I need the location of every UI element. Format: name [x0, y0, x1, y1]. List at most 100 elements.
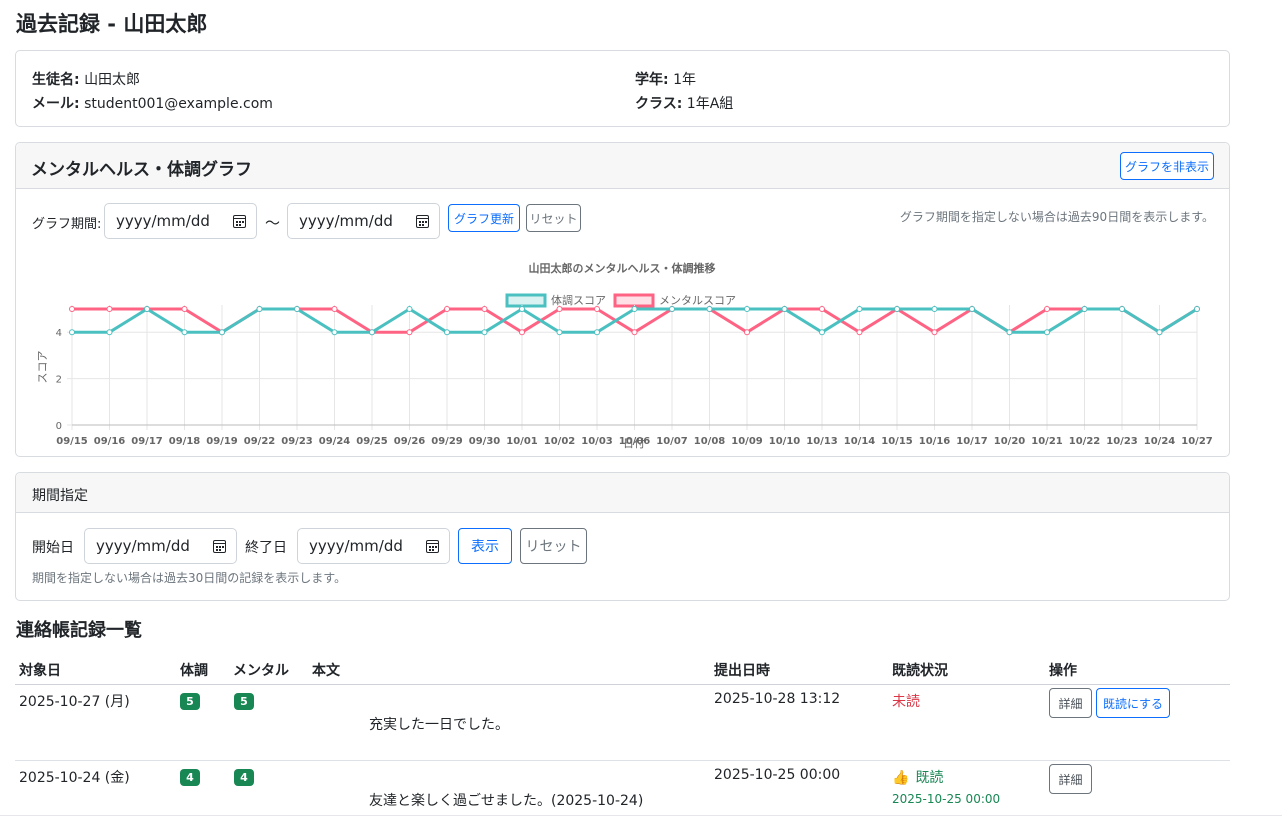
period-note: 期間を指定しない場合は過去30日間の記録を表示します。: [32, 571, 347, 585]
x-tick-label: 10/14: [844, 436, 876, 447]
x-tick-label: 10/10: [769, 436, 801, 447]
student-email: メール: student001@example.com: [32, 93, 273, 113]
data-point: [556, 306, 563, 312]
col-header-read: 既読状況: [892, 663, 948, 679]
x-tick-label: 09/29: [431, 436, 463, 447]
mark-read-button[interactable]: 既読にする: [1096, 688, 1170, 718]
y-axis-title: スコア: [36, 351, 49, 384]
data-point: [594, 306, 600, 312]
data-point: [256, 306, 263, 312]
col-header-submitted: 提出日時: [714, 663, 770, 679]
student-class-value: 1年A組: [686, 96, 734, 112]
x-tick-label: 09/15: [56, 436, 88, 447]
graph-start-date-placeholder: yyyy/mm/dd: [116, 212, 210, 230]
row-submitted: 2025-10-25 00:00: [714, 767, 841, 783]
x-tick-label: 10/16: [919, 436, 951, 447]
data-point: [894, 306, 900, 312]
x-tick-label: 10/08: [694, 436, 726, 447]
x-tick-label: 10/23: [1106, 436, 1138, 447]
x-tick-label: 09/16: [94, 436, 126, 447]
data-point: [444, 306, 450, 312]
data-point: [1044, 329, 1050, 336]
calendar-icon[interactable]: [213, 539, 226, 553]
read-status-unread: 未読: [892, 694, 920, 710]
page-title: 過去記録 - 山田太郎: [16, 12, 208, 36]
period-reset-button[interactable]: リセット: [520, 528, 587, 564]
row-date: 2025-10-24 (金): [19, 770, 130, 786]
detail-button[interactable]: 詳細: [1049, 688, 1092, 718]
x-tick-label: 10/27: [1181, 436, 1213, 447]
graph-period-label: グラフ期間:: [32, 217, 102, 232]
body-score-badge: 5: [180, 693, 200, 710]
read-status-label: 既読: [915, 770, 944, 786]
calendar-icon[interactable]: [416, 214, 429, 228]
legend-swatch: [505, 293, 547, 308]
data-point: [931, 329, 938, 336]
student-grade-value: 1年: [673, 72, 696, 88]
bottom-divider: [0, 815, 1282, 816]
x-tick-label: 09/23: [281, 436, 313, 447]
start-date-label: 開始日: [32, 540, 74, 556]
end-date-label: 終了日: [245, 540, 287, 556]
x-tick-label: 09/24: [319, 436, 351, 447]
data-point: [181, 306, 188, 312]
show-button[interactable]: 表示: [458, 528, 512, 564]
data-point: [444, 329, 450, 336]
data-point: [219, 329, 225, 336]
hide-graph-button[interactable]: グラフを非表示: [1120, 152, 1214, 180]
calendar-icon[interactable]: [233, 214, 246, 228]
data-point: [706, 306, 713, 312]
graph-start-date-input[interactable]: yyyy/mm/dd: [104, 203, 257, 239]
data-point: [856, 329, 863, 336]
col-header-ops: 操作: [1049, 663, 1077, 679]
data-point: [294, 306, 300, 312]
graph-end-date-placeholder: yyyy/mm/dd: [299, 212, 393, 230]
x-tick-label: 10/07: [656, 436, 688, 447]
col-header-text: 本文: [312, 663, 340, 679]
chart-title: 山田太郎のメンタルヘルス・体調推移: [529, 261, 716, 275]
x-tick-label: 09/26: [394, 436, 426, 447]
student-name-label: 生徒名:: [32, 72, 80, 88]
calendar-icon[interactable]: [426, 539, 439, 553]
graph-end-date-input[interactable]: yyyy/mm/dd: [287, 203, 440, 239]
data-point: [1006, 329, 1013, 336]
student-email-value: student001@example.com: [84, 96, 273, 112]
period-card: 期間指定 開始日 yyyy/mm/dd 終了日 yyyy/mm/dd 表示 リセ…: [15, 472, 1230, 601]
row-text: 友達と楽しく過ごせました。(2025-10-24): [369, 793, 644, 809]
data-point: [181, 329, 188, 336]
graph-period-tilde: 〜: [265, 214, 281, 232]
data-point: [1044, 306, 1050, 312]
end-date-input[interactable]: yyyy/mm/dd: [297, 528, 450, 564]
graph-card-header: メンタルヘルス・体調グラフ グラフを非表示: [16, 143, 1229, 189]
data-point: [781, 306, 788, 312]
data-point: [819, 306, 825, 312]
records-title: 連絡帳記録一覧: [16, 620, 142, 641]
data-point: [1156, 329, 1163, 336]
row-divider: [15, 760, 1230, 761]
student-grade: 学年: 1年: [635, 69, 696, 89]
detail-button[interactable]: 詳細: [1049, 764, 1092, 794]
data-point: [594, 329, 600, 336]
x-tick-label: 10/15: [881, 436, 913, 447]
period-card-title: 期間指定: [32, 488, 88, 504]
legend-label: 体調スコア: [551, 293, 606, 307]
read-time: 2025-10-25 00:00: [892, 792, 1001, 806]
student-class-label: クラス:: [635, 96, 683, 112]
data-point: [744, 329, 750, 336]
graph-update-button[interactable]: グラフ更新: [448, 204, 520, 232]
thumbs-up-icon: 👍: [892, 770, 910, 786]
data-point: [69, 329, 75, 336]
x-tick-label: 09/17: [131, 436, 163, 447]
data-point: [969, 306, 975, 312]
x-tick-label: 10/22: [1069, 436, 1101, 447]
data-point: [631, 329, 638, 336]
data-point: [631, 306, 638, 312]
start-date-input[interactable]: yyyy/mm/dd: [84, 528, 237, 564]
x-axis-title: 日付: [623, 437, 645, 450]
graph-reset-button[interactable]: リセット: [526, 204, 581, 232]
x-tick-label: 10/21: [1031, 436, 1063, 447]
col-header-date: 対象日: [19, 663, 61, 679]
x-tick-label: 10/20: [994, 436, 1026, 447]
data-point: [519, 329, 525, 336]
start-date-placeholder: yyyy/mm/dd: [96, 537, 190, 555]
